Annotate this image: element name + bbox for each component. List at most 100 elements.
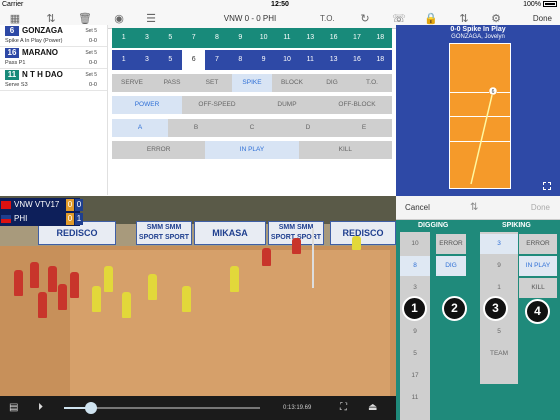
action-option[interactable]: T.O. — [352, 74, 392, 92]
spiker-option[interactable]: 9 — [480, 256, 518, 276]
player-name: N T H DAO — [22, 70, 63, 79]
team-b-player-cell[interactable]: 1 — [112, 50, 135, 70]
action-option[interactable]: PASS — [152, 74, 192, 92]
whistle-icon[interactable]: ☏ — [392, 12, 406, 26]
expand-icon[interactable] — [543, 182, 551, 190]
player — [92, 286, 101, 312]
team-b-player-cell[interactable]: 7 — [205, 50, 228, 70]
player — [38, 292, 47, 318]
cancel-button[interactable]: Cancel — [405, 196, 430, 220]
spiker-option[interactable]: 3 — [480, 234, 518, 254]
team-a-player-cell[interactable]: 7 — [182, 28, 205, 48]
list-icon[interactable]: ☰ — [144, 12, 158, 26]
spiker-option[interactable]: 5 — [480, 322, 518, 342]
digger-option[interactable]: 10 — [400, 234, 430, 254]
court-subtitle: GONZAGA, Jovelyn — [451, 34, 505, 40]
stop-icon[interactable]: ◉ — [112, 12, 126, 26]
sort-icon-2[interactable]: ⇅ — [457, 12, 471, 26]
gear-icon[interactable]: ⚙ — [489, 12, 503, 26]
spike-type-option[interactable]: OFF-SPEED — [182, 96, 252, 114]
zone-option[interactable]: A — [112, 119, 168, 137]
dig-result-option[interactable]: DIG — [436, 256, 466, 276]
digger-option[interactable]: 9 — [400, 322, 430, 342]
point-score: 1 — [75, 213, 83, 225]
play-icon[interactable]: ⏵ — [38, 401, 43, 415]
film-icon[interactable]: ▤ — [9, 401, 18, 415]
team-a-player-cell[interactable]: 9 — [229, 28, 252, 48]
event-score: 0-0 — [89, 60, 97, 66]
swap-icon[interactable]: ↻ — [358, 12, 372, 26]
team-b-player-cell[interactable]: 10 — [275, 50, 298, 70]
court-diagram[interactable]: 6 — [449, 43, 511, 189]
team-b-player-cell[interactable]: 11 — [299, 50, 322, 70]
log-item[interactable]: 16 MARANO Set 5 Pass P1 0-0 — [0, 47, 107, 69]
sort-icon[interactable]: ⇅ — [470, 196, 478, 220]
digger-option[interactable]: 5 — [400, 344, 430, 364]
action-option[interactable]: SPIKE — [232, 74, 272, 92]
trash-icon[interactable]: 🗑 — [78, 12, 92, 26]
selector-done-button[interactable]: Done — [531, 196, 550, 220]
zone-option[interactable]: B — [168, 119, 224, 137]
zone-option[interactable]: C — [224, 119, 280, 137]
zone-option[interactable]: D — [280, 119, 336, 137]
team-a-player-cell[interactable]: 8 — [205, 28, 228, 48]
spiker-option[interactable]: TEAM — [480, 344, 518, 364]
zone-option[interactable]: E — [336, 119, 392, 137]
team-b-player-cell[interactable]: 18 — [369, 50, 392, 70]
result-option[interactable]: ERROR — [112, 141, 205, 159]
digger-column: 10836951711 — [400, 232, 430, 420]
battery-indicator: 100% — [523, 0, 557, 9]
grid-icon[interactable]: ▦ — [8, 12, 22, 26]
team-b-player-cell[interactable]: 16 — [345, 50, 368, 70]
team-a-player-cell[interactable]: 1 — [112, 28, 135, 48]
team-a-player-cell[interactable]: 5 — [159, 28, 182, 48]
lock-icon[interactable]: 🔒 — [424, 12, 438, 26]
scrubber-handle[interactable] — [85, 402, 98, 414]
player — [262, 248, 271, 266]
player — [48, 266, 57, 292]
log-item[interactable]: 6 GONZAGA Set 5 Spike A In Play (Power) … — [0, 25, 107, 47]
result-option[interactable]: KILL — [299, 141, 392, 159]
spike-result-option[interactable]: IN PLAY — [519, 256, 557, 276]
team-b-player-cell[interactable]: 9 — [252, 50, 275, 70]
action-option[interactable]: SET — [192, 74, 232, 92]
team-a-player-cell[interactable]: 11 — [275, 28, 298, 48]
spike-type-option[interactable]: DUMP — [252, 96, 322, 114]
player — [122, 292, 131, 318]
set-label: Set 5 — [85, 28, 97, 34]
spike-result-option[interactable]: KILL — [519, 278, 557, 298]
team-b-player-cell[interactable]: 13 — [322, 50, 345, 70]
fullscreen-icon[interactable]: ⛶ — [340, 401, 347, 415]
team-a-player-cell[interactable]: 16 — [322, 28, 345, 48]
team-a-player-cell[interactable]: 13 — [299, 28, 322, 48]
zone-row: ABCDE — [112, 119, 392, 137]
action-option[interactable]: BLOCK — [272, 74, 312, 92]
team-b-player-cell[interactable]: 3 — [135, 50, 158, 70]
digger-option[interactable]: 8 — [400, 256, 430, 276]
eject-icon[interactable]: ⏏ — [368, 401, 377, 415]
dig-result-option[interactable]: ERROR — [436, 234, 466, 254]
team-b-player-cell[interactable]: 8 — [229, 50, 252, 70]
team-b-player-cell[interactable]: 6 — [181, 50, 206, 70]
team-a-player-cell[interactable]: 17 — [345, 28, 368, 48]
team-a-player-cell[interactable]: 10 — [252, 28, 275, 48]
action-option[interactable]: SERVE — [112, 74, 152, 92]
video-player[interactable]: REDISCO SMM SMM SPORT SPORT MIKASA SMM SM… — [0, 196, 396, 396]
log-item[interactable]: 11 N T H DAO Set 5 Serve S3 0-0 — [0, 69, 107, 91]
vietnam-flag-icon — [1, 201, 11, 209]
spiker-option[interactable]: 1 — [480, 278, 518, 298]
scrubber[interactable] — [64, 402, 260, 414]
team-a-player-cell[interactable]: 3 — [135, 28, 158, 48]
digger-option[interactable]: 11 — [400, 388, 430, 408]
team-a-player-cell[interactable]: 18 — [369, 28, 392, 48]
spike-type-option[interactable]: POWER — [112, 96, 182, 114]
digger-option[interactable]: 17 — [400, 366, 430, 386]
spike-type-option[interactable]: OFF-BLOCK — [322, 96, 392, 114]
digger-option[interactable]: 3 — [400, 278, 430, 298]
result-option[interactable]: IN PLAY — [205, 141, 299, 159]
team-b-player-cell[interactable]: 5 — [159, 50, 182, 70]
timeout-button[interactable]: T.O. — [320, 9, 335, 29]
sort-icon[interactable]: ⇅ — [44, 12, 58, 26]
spike-result-option[interactable]: ERROR — [519, 234, 557, 254]
action-option[interactable]: DIG — [312, 74, 352, 92]
